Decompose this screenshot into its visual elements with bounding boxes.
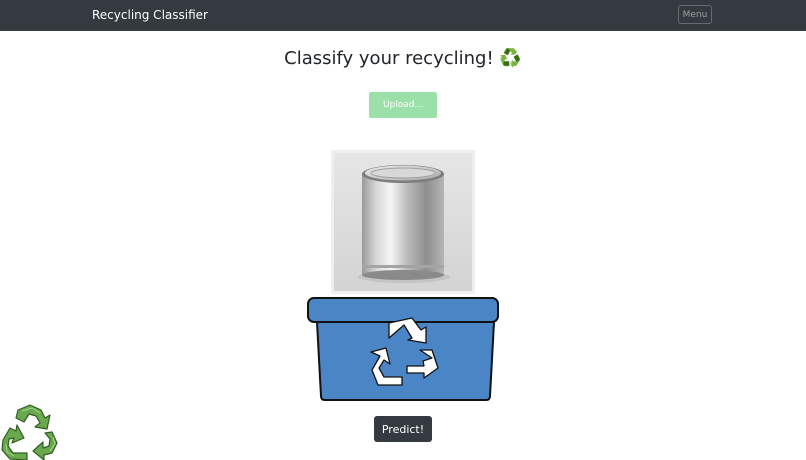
menu-button[interactable]: Menu [678, 5, 712, 24]
page-title-text: Classify your recycling! [284, 48, 494, 69]
upload-button[interactable]: Upload... [369, 92, 437, 118]
paint-can-image [334, 153, 472, 291]
navbar: Recycling Classifier Menu [0, 0, 806, 31]
page-title: Classify your recycling! ♻️ [0, 48, 806, 69]
recycle-logo-icon [1, 404, 58, 460]
image-preview [331, 150, 475, 294]
predict-button[interactable]: Predict! [374, 416, 432, 442]
recycle-emoji-icon: ♻️ [499, 48, 522, 69]
navbar-brand[interactable]: Recycling Classifier [92, 0, 208, 31]
recycling-bin-icon [307, 297, 499, 401]
